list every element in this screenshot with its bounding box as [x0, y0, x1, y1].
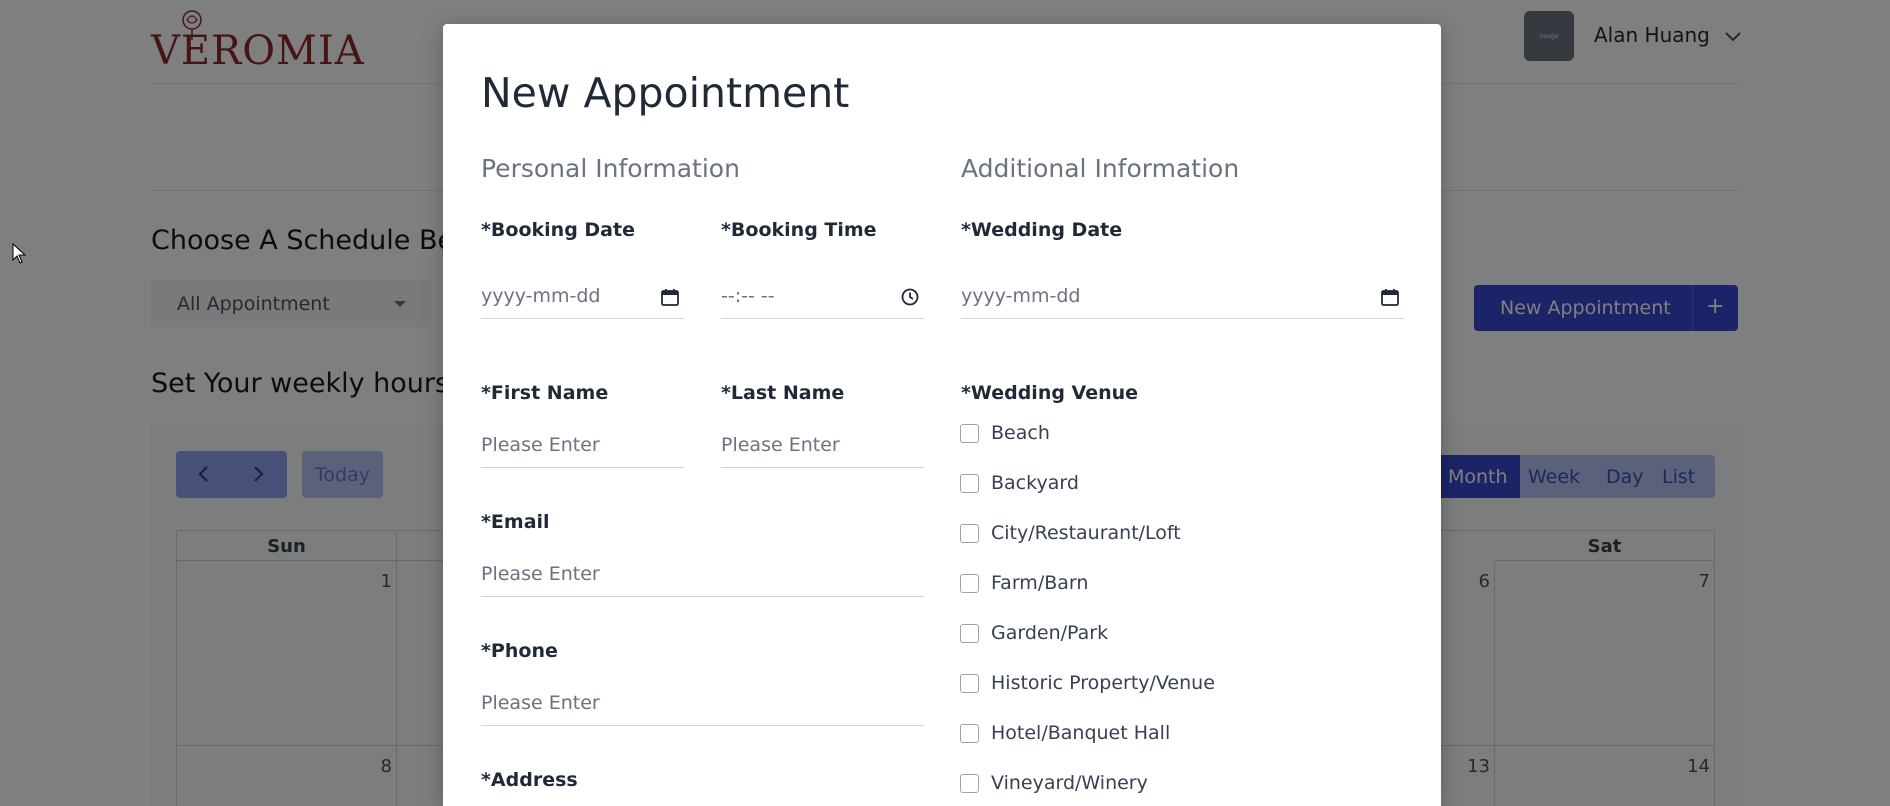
calendar-icon[interactable]	[660, 287, 680, 307]
wedding-venue-label: *Wedding Venue	[961, 382, 1139, 404]
venue-option-label: Historic Property/Venue	[991, 672, 1215, 694]
address-label: *Address	[481, 769, 578, 791]
calendar-icon[interactable]	[1380, 287, 1400, 307]
modal-title: New Appointment	[481, 69, 850, 117]
checkbox[interactable]	[960, 523, 979, 543]
checkbox[interactable]	[960, 673, 979, 693]
new-appointment-modal: New Appointment Personal Information Add…	[443, 24, 1441, 806]
venue-option-label: Backyard	[991, 472, 1079, 494]
booking-time-label: *Booking Time	[721, 219, 877, 241]
booking-time-placeholder: --:-- --	[721, 285, 775, 307]
clock-icon[interactable]	[900, 287, 920, 307]
wedding-date-placeholder: yyyy-mm-dd	[961, 285, 1081, 307]
venue-option-historic-property[interactable]: Historic Property/Venue	[960, 670, 1215, 696]
venue-option-vineyard-winery[interactable]: Vineyard/Winery	[960, 770, 1148, 796]
venue-option-label: Beach	[991, 422, 1050, 444]
checkbox[interactable]	[960, 423, 979, 443]
email-placeholder: Please Enter	[481, 563, 600, 585]
venue-option-label: Garden/Park	[991, 622, 1109, 644]
venue-option-backyard[interactable]: Backyard	[960, 470, 1079, 496]
phone-input[interactable]: Please Enter	[481, 682, 924, 726]
checkbox[interactable]	[960, 473, 979, 493]
last-name-label: *Last Name	[721, 382, 845, 404]
checkbox[interactable]	[960, 723, 979, 743]
mouse-cursor-icon	[12, 243, 27, 264]
venue-option-label: City/Restaurant/Loft	[991, 522, 1181, 544]
last-name-placeholder: Please Enter	[721, 434, 840, 456]
first-name-placeholder: Please Enter	[481, 434, 600, 456]
venue-option-label: Vineyard/Winery	[991, 772, 1148, 794]
venue-option-farm-barn[interactable]: Farm/Barn	[960, 570, 1088, 596]
booking-date-placeholder: yyyy-mm-dd	[481, 285, 601, 307]
venue-option-hotel-banquet-hall[interactable]: Hotel/Banquet Hall	[960, 720, 1170, 746]
personal-info-heading: Personal Information	[481, 154, 740, 183]
last-name-input[interactable]: Please Enter	[721, 424, 924, 468]
booking-time-input[interactable]: --:-- --	[721, 275, 924, 319]
checkbox[interactable]	[960, 773, 979, 793]
email-label: *Email	[481, 511, 550, 533]
wedding-date-input[interactable]: yyyy-mm-dd	[961, 275, 1404, 319]
booking-date-input[interactable]: yyyy-mm-dd	[481, 275, 684, 319]
checkbox[interactable]	[960, 623, 979, 643]
venue-option-label: Farm/Barn	[991, 572, 1089, 594]
phone-label: *Phone	[481, 640, 558, 662]
email-input[interactable]: Please Enter	[481, 553, 924, 597]
first-name-label: *First Name	[481, 382, 609, 404]
first-name-input[interactable]: Please Enter	[481, 424, 684, 468]
venue-option-beach[interactable]: Beach	[960, 420, 1050, 446]
wedding-date-label: *Wedding Date	[961, 219, 1123, 241]
venue-option-city-restaurant-loft[interactable]: City/Restaurant/Loft	[960, 520, 1181, 546]
phone-placeholder: Please Enter	[481, 692, 600, 714]
booking-date-label: *Booking Date	[481, 219, 635, 241]
checkbox[interactable]	[960, 573, 979, 593]
venue-option-garden-park[interactable]: Garden/Park	[960, 620, 1108, 646]
venue-option-label: Hotel/Banquet Hall	[991, 722, 1171, 744]
additional-info-heading: Additional Information	[961, 154, 1240, 183]
